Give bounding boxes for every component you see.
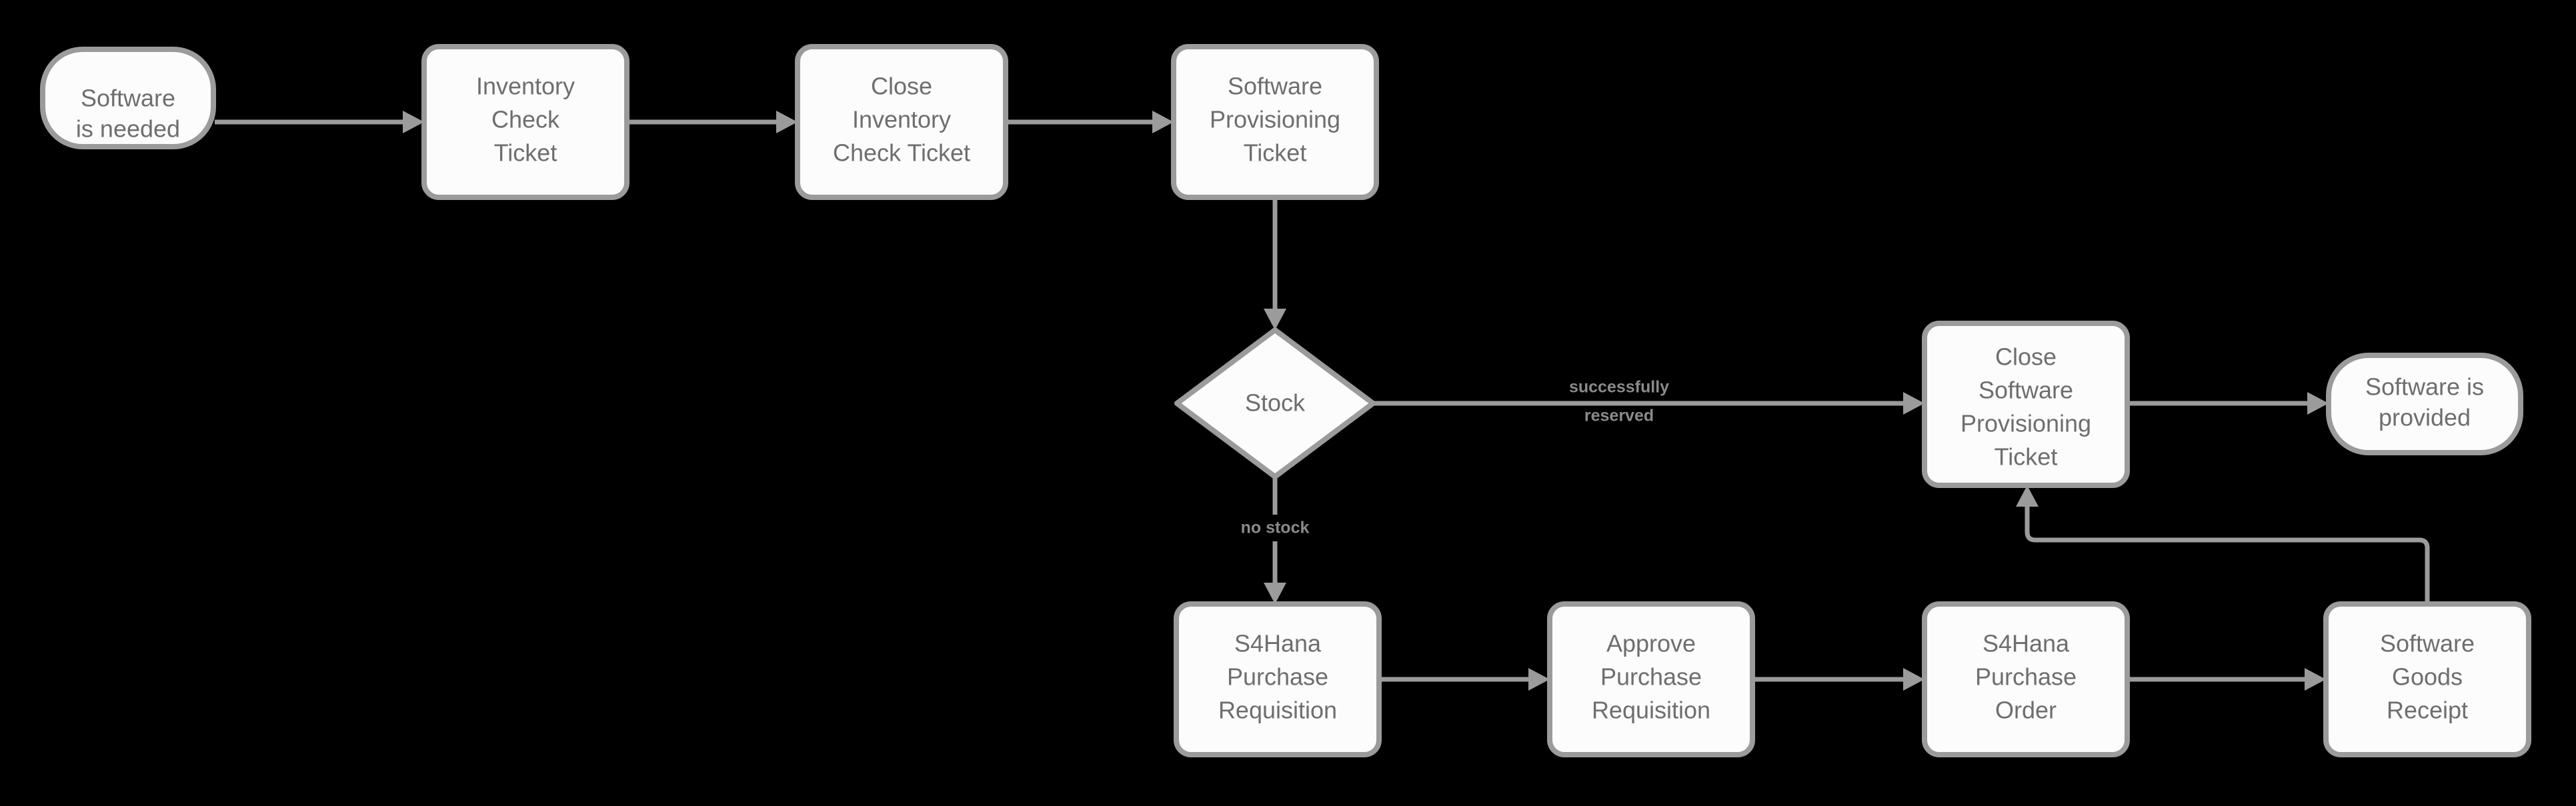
- node-s4hana-purchase-requisition[interactable]: S4Hana Purchase Requisition: [1174, 601, 1382, 757]
- edge-software-is-needed-to-inventory-check-ticket: [215, 111, 424, 133]
- node-label-s4hana-purchase-requisition-line2: Purchase: [1227, 663, 1328, 691]
- edge-label-successfully-reserved-line2: reserved: [1584, 407, 1654, 425]
- flowchart-svg: successfully reserved no stock Software …: [40, 44, 2531, 757]
- node-label-s4hana-purchase-requisition-line1: S4Hana: [1234, 630, 1322, 657]
- node-software-provisioning-ticket[interactable]: Software Provisioning Ticket: [1171, 44, 1379, 200]
- node-label-s4hana-purchase-order-line1: S4Hana: [1983, 630, 2070, 657]
- node-label-close-software-provisioning-ticket-line2: Software: [1979, 377, 2073, 404]
- node-label-s4hana-purchase-requisition-line3: Requisition: [1218, 697, 1337, 724]
- edge-close-inventory-check-ticket-to-software-provisioning-ticket: [1006, 111, 1174, 133]
- edge-s4hana-purchase-order-to-software-goods-receipt: [2127, 668, 2326, 691]
- node-label-software-is-provided-line2: provided: [2379, 404, 2471, 431]
- node-inventory-check-ticket[interactable]: Inventory Check Ticket: [421, 44, 629, 200]
- node-close-inventory-check-ticket[interactable]: Close Inventory Check Ticket: [795, 44, 1008, 200]
- edge-software-goods-receipt-to-close-software-provisioning-ticket: [2016, 485, 2430, 604]
- node-label-inventory-check-ticket-line1: Inventory: [476, 73, 575, 100]
- node-label-close-inventory-check-ticket-line2: Inventory: [852, 106, 951, 133]
- node-software-goods-receipt[interactable]: Software Goods Receipt: [2323, 601, 2531, 757]
- node-software-is-needed[interactable]: Software is needed: [40, 47, 216, 149]
- node-label-close-inventory-check-ticket-line3: Check Ticket: [833, 139, 970, 167]
- node-label-close-software-provisioning-ticket-line3: Provisioning: [1961, 410, 2091, 437]
- node-label-inventory-check-ticket-line3: Ticket: [494, 139, 557, 167]
- node-label-close-software-provisioning-ticket-line4: Ticket: [1995, 443, 2058, 471]
- node-label-stock: Stock: [1245, 389, 1306, 417]
- edge-label-no-stock: no stock: [1241, 519, 1310, 537]
- node-label-approve-purchase-requisition-line2: Purchase: [1600, 663, 1702, 691]
- node-label-software-goods-receipt-line2: Goods: [2392, 663, 2463, 691]
- node-label-close-software-provisioning-ticket-line1: Close: [1995, 343, 2057, 371]
- edge-close-software-provisioning-ticket-to-software-is-provided: [2127, 392, 2329, 415]
- node-label-software-is-provided-line1: Software is: [2365, 373, 2484, 401]
- node-label-software-provisioning-ticket-line2: Provisioning: [1210, 106, 1340, 133]
- edge-stock-to-close-software-provisioning-ticket: successfully reserved: [1373, 378, 1924, 425]
- node-label-close-inventory-check-ticket-line1: Close: [871, 73, 932, 100]
- node-label-software-is-needed-line2: is needed: [76, 115, 180, 143]
- node-label-approve-purchase-requisition-line1: Approve: [1606, 630, 1696, 657]
- node-label-approve-purchase-requisition-line3: Requisition: [1592, 697, 1710, 724]
- edge-software-provisioning-ticket-to-stock: [1264, 197, 1286, 330]
- node-label-s4hana-purchase-order-line3: Order: [1995, 697, 2057, 724]
- node-approve-purchase-requisition[interactable]: Approve Purchase Requisition: [1547, 601, 1755, 757]
- edge-stock-to-s4hana-purchase-requisition: no stock: [1214, 477, 1336, 604]
- edge-inventory-check-ticket-to-close-inventory-check-ticket: [627, 111, 798, 133]
- node-software-is-provided[interactable]: Software is provided: [2326, 353, 2523, 455]
- node-stock-decision[interactable]: Stock: [1174, 327, 1376, 479]
- edge-s4hana-purchase-requisition-to-approve-purchase-requisition: [1379, 668, 1550, 691]
- node-label-inventory-check-ticket-line2: Check: [491, 106, 560, 133]
- node-label-software-provisioning-ticket-line1: Software: [1228, 73, 1322, 100]
- node-label-software-provisioning-ticket-line3: Ticket: [1244, 139, 1307, 167]
- edge-approve-purchase-requisition-to-s4hana-purchase-order: [1752, 668, 1924, 691]
- node-label-s4hana-purchase-order-line2: Purchase: [1975, 663, 2077, 691]
- flowchart-canvas: successfully reserved no stock Software …: [0, 0, 2576, 806]
- node-label-software-goods-receipt-line3: Receipt: [2387, 697, 2468, 724]
- node-close-software-provisioning-ticket[interactable]: Close Software Provisioning Ticket: [1922, 321, 2130, 488]
- edge-label-successfully-reserved-line1: successfully: [1569, 378, 1669, 397]
- node-label-software-goods-receipt-line1: Software: [2380, 630, 2475, 657]
- node-label-software-is-needed-line1: Software: [81, 85, 175, 112]
- node-s4hana-purchase-order[interactable]: S4Hana Purchase Order: [1922, 601, 2130, 757]
